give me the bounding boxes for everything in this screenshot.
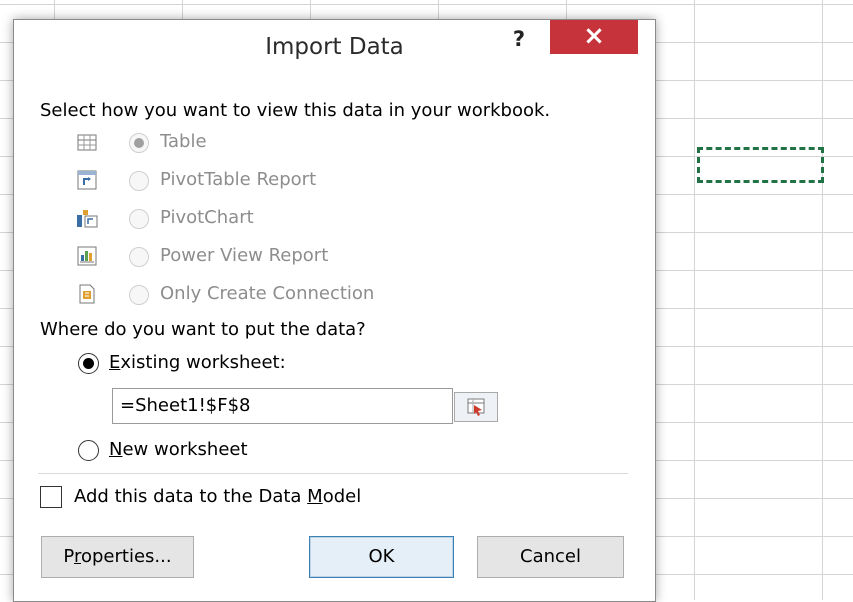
properties-button[interactable]: Properties... [41, 536, 194, 578]
separator [38, 473, 628, 474]
option-label: PivotTable Report [160, 169, 317, 190]
accelerator-key: E [109, 352, 121, 373]
power-view-radio[interactable] [129, 247, 149, 267]
only-connection-radio[interactable] [129, 285, 149, 305]
accelerator-key: N [109, 439, 123, 460]
close-button[interactable]: × [550, 20, 638, 54]
title-bar: Import Data ? × [14, 20, 655, 80]
accelerator-key: r [73, 546, 81, 567]
table-radio[interactable] [129, 133, 149, 153]
new-worksheet-radio[interactable] [78, 440, 99, 461]
reference-input[interactable]: =Sheet1!$F$8 [112, 388, 453, 424]
ok-button[interactable]: OK [309, 536, 454, 578]
import-data-dialog: Import Data ? × Select how you want to v… [13, 19, 656, 602]
option-table[interactable]: Table [76, 128, 436, 158]
label-text: ew worksheet [122, 439, 248, 460]
label-text: Add this data to the Data [74, 486, 308, 507]
accelerator-key: M [307, 486, 323, 507]
label-text: P [63, 546, 74, 567]
table-icon [76, 131, 98, 153]
existing-worksheet-radio[interactable] [78, 353, 99, 374]
connection-icon [76, 283, 98, 305]
collapse-dialog-button[interactable] [454, 392, 498, 422]
data-model-checkbox[interactable] [40, 486, 62, 508]
pivottable-radio[interactable] [129, 171, 149, 191]
option-label: Only Create Connection [160, 283, 375, 304]
option-pivotchart[interactable]: PivotChart [76, 204, 436, 234]
option-label: Table [160, 131, 207, 152]
new-worksheet-label[interactable]: New worksheet [109, 439, 248, 460]
range-select-icon [467, 398, 485, 416]
option-label: Power View Report [160, 245, 329, 266]
label-text: odel [322, 486, 362, 507]
label-text: operties... [80, 546, 172, 567]
data-model-label[interactable]: Add this data to the Data Model [74, 486, 361, 507]
view-prompt: Select how you want to view this data in… [40, 100, 551, 121]
cancel-button[interactable]: Cancel [477, 536, 624, 578]
option-only-connection[interactable]: Only Create Connection [76, 280, 436, 310]
where-prompt: Where do you want to put the data? [40, 319, 366, 340]
option-pivottable[interactable]: PivotTable Report [76, 166, 436, 196]
option-label: PivotChart [160, 207, 254, 228]
pivotchart-icon [76, 207, 98, 229]
pivottable-icon [76, 169, 98, 191]
help-button[interactable]: ? [505, 22, 533, 56]
pivotchart-radio[interactable] [129, 209, 149, 229]
power-view-icon [76, 245, 98, 267]
selected-cell-marquee [697, 147, 824, 183]
label-text: xisting worksheet: [120, 352, 286, 373]
reference-value: =Sheet1!$F$8 [120, 395, 251, 416]
option-power-view[interactable]: Power View Report [76, 242, 436, 272]
existing-worksheet-label[interactable]: Existing worksheet: [109, 352, 286, 373]
